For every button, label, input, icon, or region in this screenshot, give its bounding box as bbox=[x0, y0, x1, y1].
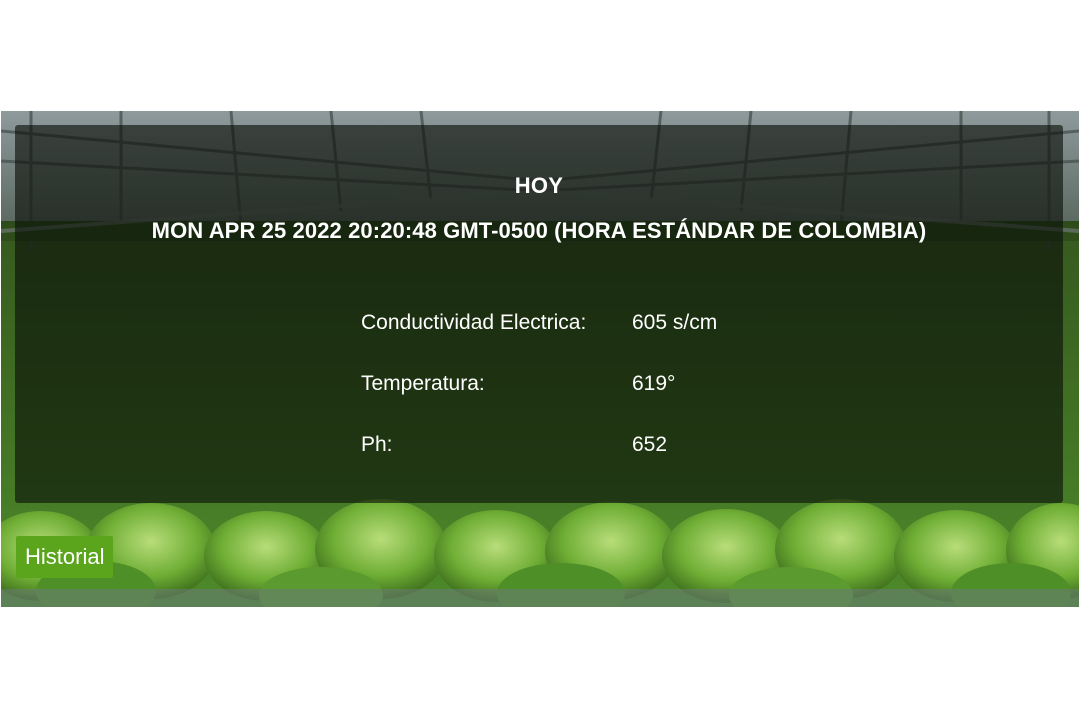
reading-row-temperature: Temperatura: 619° bbox=[361, 372, 781, 433]
reading-value: 605 s/cm bbox=[632, 311, 718, 334]
today-summary-panel: HOY Mon Apr 25 2022 20:20:48 GMT-0500 (h… bbox=[15, 125, 1063, 503]
reading-row-ph: Ph: 652 bbox=[361, 433, 781, 494]
hero-section: HOY Mon Apr 25 2022 20:20:48 GMT-0500 (h… bbox=[1, 111, 1079, 607]
reading-label: Conductividad Electrica: bbox=[361, 311, 587, 334]
reading-label: Ph: bbox=[361, 433, 393, 456]
current-datetime: Mon Apr 25 2022 20:20:48 GMT-0500 (hora … bbox=[151, 218, 927, 243]
panel-title: HOY bbox=[514, 173, 564, 198]
reading-row-conductivity: Conductividad Electrica: 605 s/cm bbox=[361, 311, 781, 372]
sensor-readings: Conductividad Electrica: 605 s/cm Temper… bbox=[361, 311, 781, 494]
reading-value: 652 bbox=[632, 433, 668, 456]
history-button[interactable]: Historial bbox=[16, 536, 114, 578]
reading-label: Temperatura: bbox=[361, 372, 485, 395]
reading-value: 619° bbox=[632, 372, 676, 395]
